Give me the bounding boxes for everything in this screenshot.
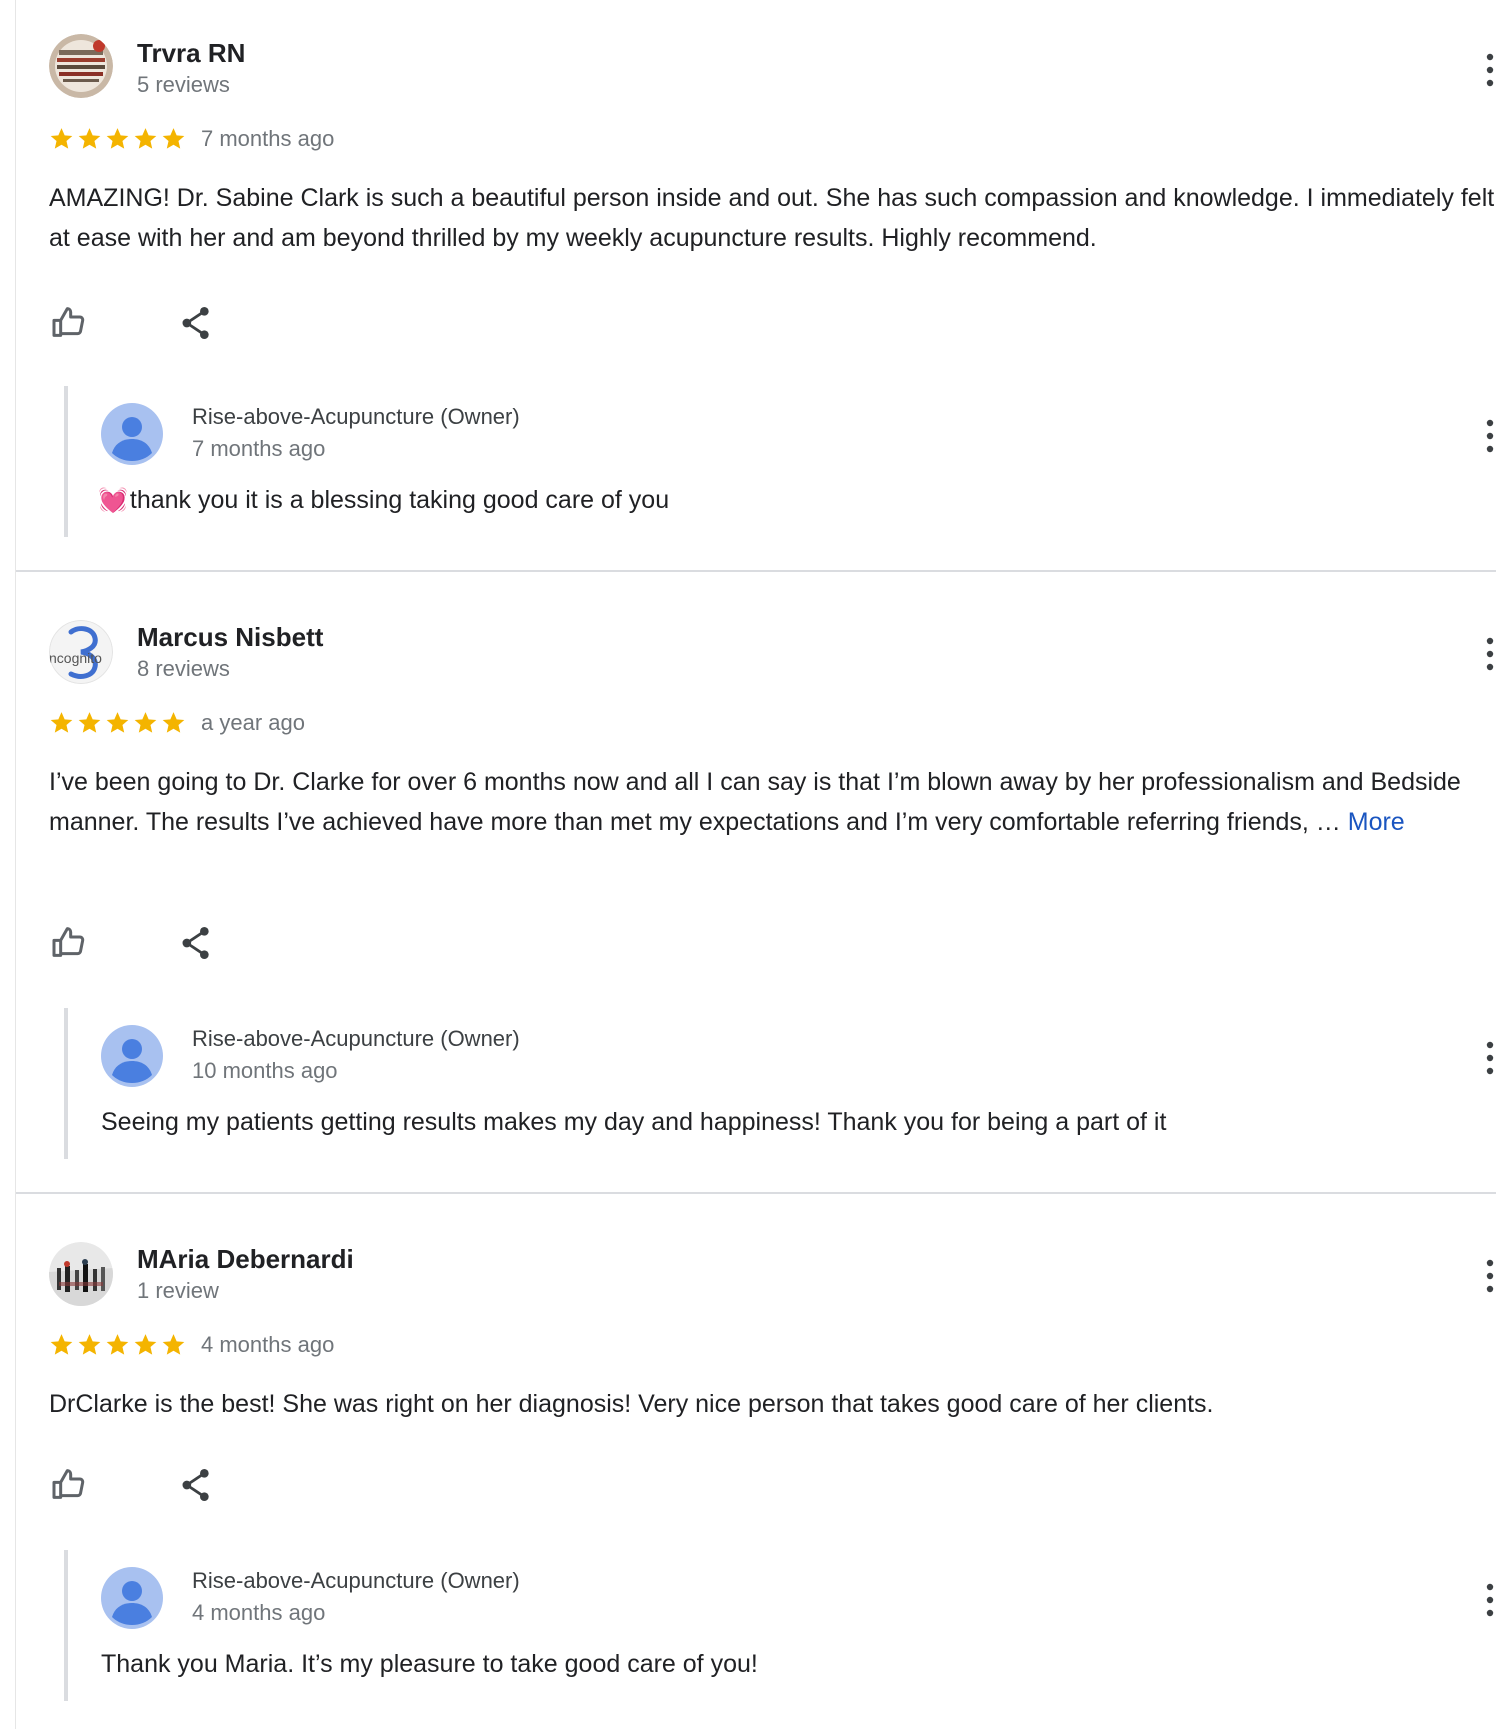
star-icon [50,128,73,149]
owner-reply: Rise-above-Acupuncture (Owner) 7 months … [64,386,1496,537]
owner-reply-text: 💓 thank you it is a blessing taking good… [98,486,670,514]
owner-name[interactable]: Rise-above-Acupuncture (Owner) [192,404,520,430]
share-icon [182,1469,209,1501]
owner-name[interactable]: Rise-above-Acupuncture (Owner) [192,1026,520,1052]
review-text: I’ve been going to Dr. Clarke for over 6… [49,768,1461,836]
review-date: 7 months ago [201,126,335,151]
thumb-up-icon [52,1469,85,1499]
star-icon [162,128,185,149]
reviewer-name[interactable]: MAria Debernardi [137,1244,354,1275]
like-button[interactable] [49,302,89,342]
share-button[interactable] [176,303,216,343]
owner-reply: Rise-above-Acupuncture (Owner) 10 months… [64,1008,1496,1159]
reviewer-name[interactable]: Trvra RN [137,38,245,69]
reply-more-options-button[interactable] [1484,1038,1496,1078]
star-rating [48,710,187,736]
avatar-text: ncognito [49,650,102,666]
review-card: Trvra RN 5 reviews 7 months ago AMAZING!… [16,0,1496,569]
reviewer-name[interactable]: Marcus Nisbett [137,622,323,653]
owner-reply-date: 4 months ago [192,1600,326,1625]
reply-more-options-button[interactable] [1484,1580,1496,1620]
star-icon [78,712,101,733]
review-more-options-button[interactable] [1484,1256,1496,1296]
share-icon [182,307,209,339]
star-icon [106,1334,129,1355]
owner-reply-date: 10 months ago [192,1058,338,1083]
thumb-up-icon [52,927,85,957]
star-icon [106,128,129,149]
reviewer-review-count: 1 review [137,1278,219,1303]
three-dot-vertical-icon [1486,1041,1494,1075]
review-text: AMAZING! Dr. Sabine Clark is such a beau… [49,184,1495,252]
share-button[interactable] [176,923,216,963]
owner-name[interactable]: Rise-above-Acupuncture (Owner) [192,1568,520,1594]
three-dot-vertical-icon [1486,53,1494,87]
star-icon [134,1334,157,1355]
review-text: DrClarke is the best! She was right on h… [49,1390,1214,1418]
star-icon [50,1334,73,1355]
star-icon [162,712,185,733]
owner-avatar[interactable] [101,1025,163,1087]
heart-emoji: 💓 [98,487,128,514]
star-icon [78,128,101,149]
share-button[interactable] [176,1465,216,1505]
star-icon [50,712,73,733]
reviewer-avatar[interactable] [49,1242,113,1306]
three-dot-vertical-icon [1486,1583,1494,1617]
review-card: ncognito Marcus Nisbett 8 reviews a year… [16,572,1496,1192]
owner-reply-date: 7 months ago [192,436,326,461]
reviewer-avatar[interactable]: ncognito [49,620,113,684]
more-link[interactable]: More [1348,808,1405,836]
review-more-options-button[interactable] [1484,634,1496,674]
reply-more-options-button[interactable] [1484,416,1496,456]
star-rating [48,126,187,152]
thumb-up-icon [52,307,85,337]
like-button[interactable] [49,922,89,962]
share-icon [182,927,209,959]
owner-reply-text: Seeing my patients getting results makes… [101,1108,1167,1136]
reviewer-avatar[interactable] [49,34,113,98]
three-dot-vertical-icon [1486,419,1494,453]
star-icon [134,128,157,149]
star-icon [162,1334,185,1355]
star-icon [106,712,129,733]
star-icon [78,1334,101,1355]
owner-reply-text: Thank you Maria. It’s my pleasure to tak… [101,1650,758,1678]
reviewer-review-count: 5 reviews [137,72,230,97]
review-date: a year ago [201,710,305,735]
review-card: MAria Debernardi 1 review 4 months ago D… [16,1194,1496,1729]
owner-avatar[interactable] [101,1567,163,1629]
three-dot-vertical-icon [1486,1259,1494,1293]
star-icon [134,712,157,733]
owner-avatar[interactable] [101,403,163,465]
three-dot-vertical-icon [1486,637,1494,671]
star-rating [48,1332,187,1358]
owner-reply: Rise-above-Acupuncture (Owner) 4 months … [64,1550,1496,1701]
review-date: 4 months ago [201,1332,335,1357]
review-more-options-button[interactable] [1484,50,1496,90]
like-button[interactable] [49,1464,89,1504]
reviewer-review-count: 8 reviews [137,656,230,681]
